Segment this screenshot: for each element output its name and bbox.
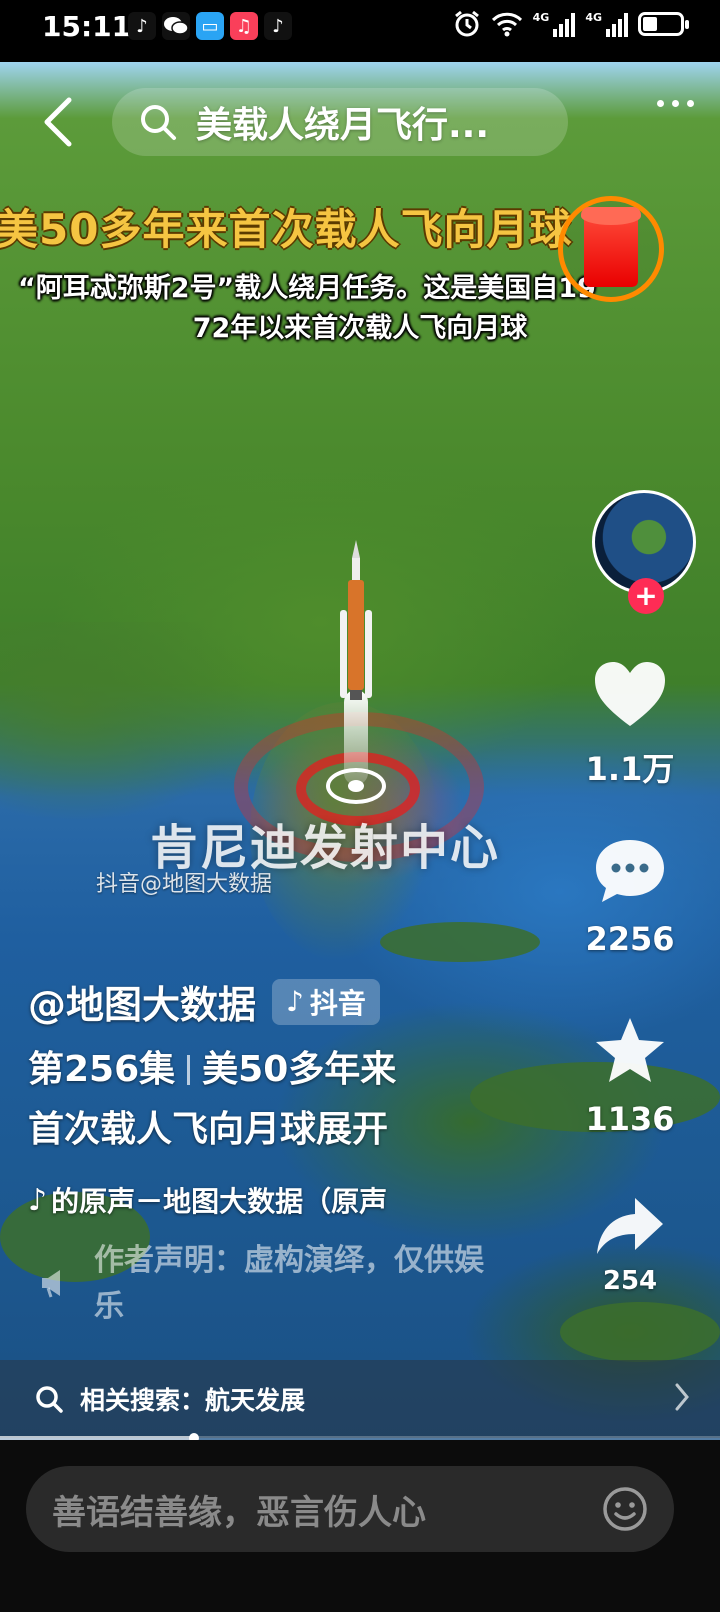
alarm-icon [454, 10, 479, 37]
heart-icon [595, 662, 665, 726]
description-part2: 首次载人飞向月球 [28, 1109, 317, 1150]
related-search-bar[interactable]: 相关搜索：航天发展 [0, 1360, 720, 1438]
share-count: 254 [602, 1266, 658, 1296]
author-row: @地图大数据 ♪ 抖音 [28, 974, 380, 1029]
author-declaration: 作者声明：虚构演绎，仅供娱乐 [38, 1238, 498, 1330]
wechat-notification-icon [162, 12, 190, 40]
notification-icons: ♪ ▭ ♫ ♪ [128, 12, 292, 40]
favorite-count: 1136 [585, 1100, 675, 1138]
chevron-left-icon [44, 97, 72, 147]
network-type-label: 4G [532, 11, 550, 24]
declaration-text: 作者声明：虚构演绎，仅供娱乐 [94, 1243, 484, 1324]
search-query: 美载人绕月飞行... [196, 105, 490, 146]
comment-area: 善语结善缘，恶言伤人心 [0, 1440, 720, 1612]
platform-tag-label: 抖音 [309, 986, 366, 1020]
episode-label: 第256集 [28, 1049, 176, 1090]
music-row[interactable]: ♪ 的原声－地图大数据（原声 [28, 1180, 387, 1220]
search-icon [141, 105, 176, 140]
battery-icon [638, 12, 689, 36]
platform-tag: ♪ 抖音 [272, 978, 380, 1025]
search-icon-small [36, 1386, 63, 1413]
tiktok-notification-icon-2: ♪ [264, 12, 292, 40]
emoji-icon[interactable] [602, 1486, 648, 1532]
more-options-button[interactable] [657, 100, 694, 107]
book-notification-icon: ▭ [196, 12, 224, 40]
megaphone-icon [42, 1270, 60, 1298]
video-description[interactable]: 第256集 美50多年来 首次载人飞向月球展开 [28, 1040, 568, 1160]
author-avatar-group: + [592, 490, 698, 614]
comment-placeholder: 善语结善缘，恶言伤人心 [52, 1492, 426, 1533]
video-watermark: 抖音@地图大数据 [96, 872, 273, 897]
comment-button[interactable]: 2256 [570, 838, 690, 958]
share-button[interactable]: 254 [570, 1196, 690, 1296]
comment-input[interactable]: 善语结善缘，恶言伤人心 [26, 1466, 674, 1552]
system-status: 4G 4G [453, 10, 689, 38]
expand-link[interactable]: 展开 [316, 1109, 388, 1150]
cellular-signal-1: 4G [533, 11, 576, 37]
status-time: 15:11 [42, 10, 132, 43]
wifi-icon [491, 12, 522, 37]
like-button[interactable]: 1.1万 [570, 660, 690, 790]
like-count: 1.1万 [585, 750, 675, 788]
music-note-icon: ♪ [28, 1182, 48, 1218]
back-button[interactable] [30, 92, 86, 152]
video-headline: 美50多年来首次载人飞向月球 [0, 205, 573, 254]
network-type-label-2: 4G [585, 11, 602, 24]
music-label: 的原声－地图大数据（原声 [51, 1185, 388, 1218]
launch-site-marker [326, 768, 386, 804]
star-icon [596, 1018, 664, 1082]
red-envelope-icon [581, 207, 641, 287]
chevron-right-icon [675, 1383, 689, 1411]
more-dot-icon [657, 100, 664, 107]
favorite-button[interactable]: 1136 [570, 1016, 690, 1138]
description-part1: 美50多年来 [202, 1049, 397, 1090]
author-name[interactable]: @地图大数据 [28, 974, 256, 1029]
video-subtitle-line2: 72年以来首次载人飞向月球 [192, 313, 528, 344]
cellular-signal-2: 4G [585, 11, 628, 37]
tiktok-logo-icon: ♪ [286, 985, 304, 1018]
rocket-icon [340, 540, 372, 700]
search-bar[interactable]: 美载人绕月飞行... [112, 88, 568, 156]
status-bar: 15:11 ♪ ▭ ♫ ♪ 4G 4G [0, 0, 720, 62]
share-arrow-icon [597, 1198, 663, 1254]
tiktok-notification-icon: ♪ [128, 12, 156, 40]
related-search-label: 相关搜索：航天发展 [80, 1386, 306, 1415]
red-packet-button[interactable] [558, 196, 664, 302]
comment-icon [596, 840, 664, 902]
comment-count: 2256 [585, 920, 675, 958]
description-divider [187, 1055, 191, 1085]
follow-button[interactable]: + [628, 578, 664, 614]
music-notification-icon: ♫ [230, 12, 258, 40]
